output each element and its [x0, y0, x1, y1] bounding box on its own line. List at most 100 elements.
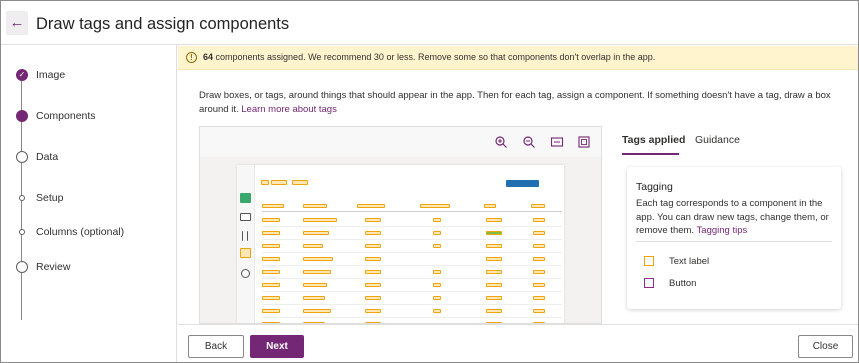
warning-icon: ! [186, 52, 197, 63]
uploaded-image-preview [237, 165, 564, 323]
tag-box[interactable] [533, 231, 545, 235]
step-setup[interactable]: Setup [36, 192, 63, 204]
learn-more-link[interactable]: Learn more about tags [241, 104, 337, 115]
step-data[interactable]: Data [36, 151, 58, 163]
tag-box[interactable] [262, 244, 280, 248]
preview-row-divider [262, 265, 562, 266]
tag-box[interactable] [433, 283, 441, 287]
fit-screen-icon[interactable] [577, 135, 591, 149]
tag-box[interactable] [486, 244, 502, 248]
image-canvas[interactable] [199, 126, 602, 324]
tag-box[interactable] [292, 180, 308, 185]
preview-nav-icon [241, 269, 250, 278]
tag-box[interactable] [365, 270, 381, 274]
tag-box[interactable] [365, 296, 381, 300]
tag-box[interactable] [303, 218, 337, 222]
tagging-title: Tagging [636, 181, 673, 193]
tag-box[interactable] [365, 283, 381, 287]
tag-box[interactable] [486, 309, 502, 313]
tag-box[interactable] [262, 270, 280, 274]
tag-box[interactable] [303, 244, 323, 248]
fit-width-icon[interactable] [550, 135, 564, 149]
tag-box[interactable] [533, 296, 545, 300]
preview-row-divider [262, 304, 562, 305]
warning-banner: ! 64 components assigned. We recommend 3… [178, 46, 858, 70]
tag-box[interactable] [533, 270, 545, 274]
tag-box[interactable] [486, 296, 502, 300]
step-columns[interactable]: Columns (optional) [36, 226, 124, 238]
tag-box[interactable] [365, 257, 381, 261]
tag-box[interactable] [486, 270, 502, 274]
tag-box[interactable] [533, 218, 545, 222]
tag-box[interactable] [531, 204, 545, 208]
back-button[interactable]: Back [188, 335, 244, 358]
button-swatch-icon [644, 278, 654, 288]
page-title: Draw tags and assign components [36, 15, 290, 33]
tag-box[interactable] [303, 231, 329, 235]
zoom-in-icon[interactable] [494, 135, 508, 149]
step-review[interactable]: Review [36, 261, 70, 273]
tag-box[interactable] [433, 218, 441, 222]
tag-box[interactable] [262, 231, 280, 235]
tag-box[interactable] [365, 231, 381, 235]
right-panel-tabs: Tags applied Guidance [621, 134, 841, 156]
next-button[interactable]: Next [250, 335, 304, 358]
tag-box[interactable] [484, 204, 496, 208]
tag-box[interactable] [433, 309, 441, 313]
tab-tags-applied[interactable]: Tags applied [622, 134, 685, 146]
substep-indicator [19, 229, 25, 235]
tag-box[interactable] [433, 244, 441, 248]
tag-box[interactable] [262, 204, 284, 208]
tag-box[interactable] [486, 231, 502, 235]
tag-box[interactable] [486, 283, 502, 287]
tag-box[interactable] [262, 257, 280, 261]
tag-box[interactable] [533, 283, 545, 287]
step-current-indicator [16, 110, 28, 122]
tagging-card: Tagging Each tag corresponds to a compon… [627, 167, 841, 309]
tag-box[interactable] [433, 270, 441, 274]
instructions-text: Draw boxes, or tags, around things that … [199, 89, 839, 117]
tag-box[interactable] [357, 204, 385, 208]
preview-row-divider [262, 226, 562, 227]
tag-box[interactable] [303, 270, 331, 274]
tag-box[interactable] [303, 296, 325, 300]
step-pending-indicator [16, 151, 28, 163]
tagging-description: Each tag corresponds to a component in t… [636, 197, 836, 238]
tag-box[interactable] [365, 309, 381, 313]
tag-box[interactable] [433, 231, 441, 235]
preview-header-divider [262, 211, 562, 212]
legend-text-label: Text label [669, 256, 710, 267]
tag-box[interactable] [262, 283, 280, 287]
tag-box[interactable] [271, 180, 287, 185]
tag-box[interactable] [303, 309, 331, 313]
tag-box[interactable] [365, 244, 381, 248]
tag-box[interactable] [533, 309, 545, 313]
tag-box[interactable] [433, 296, 441, 300]
close-button[interactable]: Close [798, 335, 853, 358]
tab-guidance[interactable]: Guidance [695, 134, 740, 146]
back-arrow-button[interactable]: ← [6, 11, 28, 35]
tag-box[interactable] [533, 244, 545, 248]
active-tab-indicator [622, 153, 679, 155]
tagging-tips-link[interactable]: Tagging tips [697, 225, 748, 236]
tag-box[interactable] [303, 204, 327, 208]
title-bar: ← Draw tags and assign components [1, 1, 858, 45]
tag-box[interactable] [420, 204, 450, 208]
step-image[interactable]: Image [36, 69, 65, 81]
steps-sidebar: ✓ Image Components Data Setup Columns (o… [1, 45, 177, 362]
tag-box[interactable] [303, 283, 327, 287]
tag-box[interactable] [261, 180, 269, 185]
legend-button: Button [669, 278, 697, 289]
tag-box[interactable] [486, 257, 502, 261]
tag-box[interactable] [486, 218, 502, 222]
tag-box[interactable] [262, 218, 280, 222]
tag-box[interactable] [533, 257, 545, 261]
zoom-out-icon[interactable] [522, 135, 536, 149]
tag-box[interactable] [262, 309, 280, 313]
tag-box[interactable] [365, 218, 381, 222]
preview-row-divider [262, 317, 562, 318]
step-components[interactable]: Components [36, 110, 96, 122]
arrow-left-icon: ← [9, 14, 25, 31]
tag-box[interactable] [262, 296, 280, 300]
tag-box[interactable] [303, 257, 333, 261]
